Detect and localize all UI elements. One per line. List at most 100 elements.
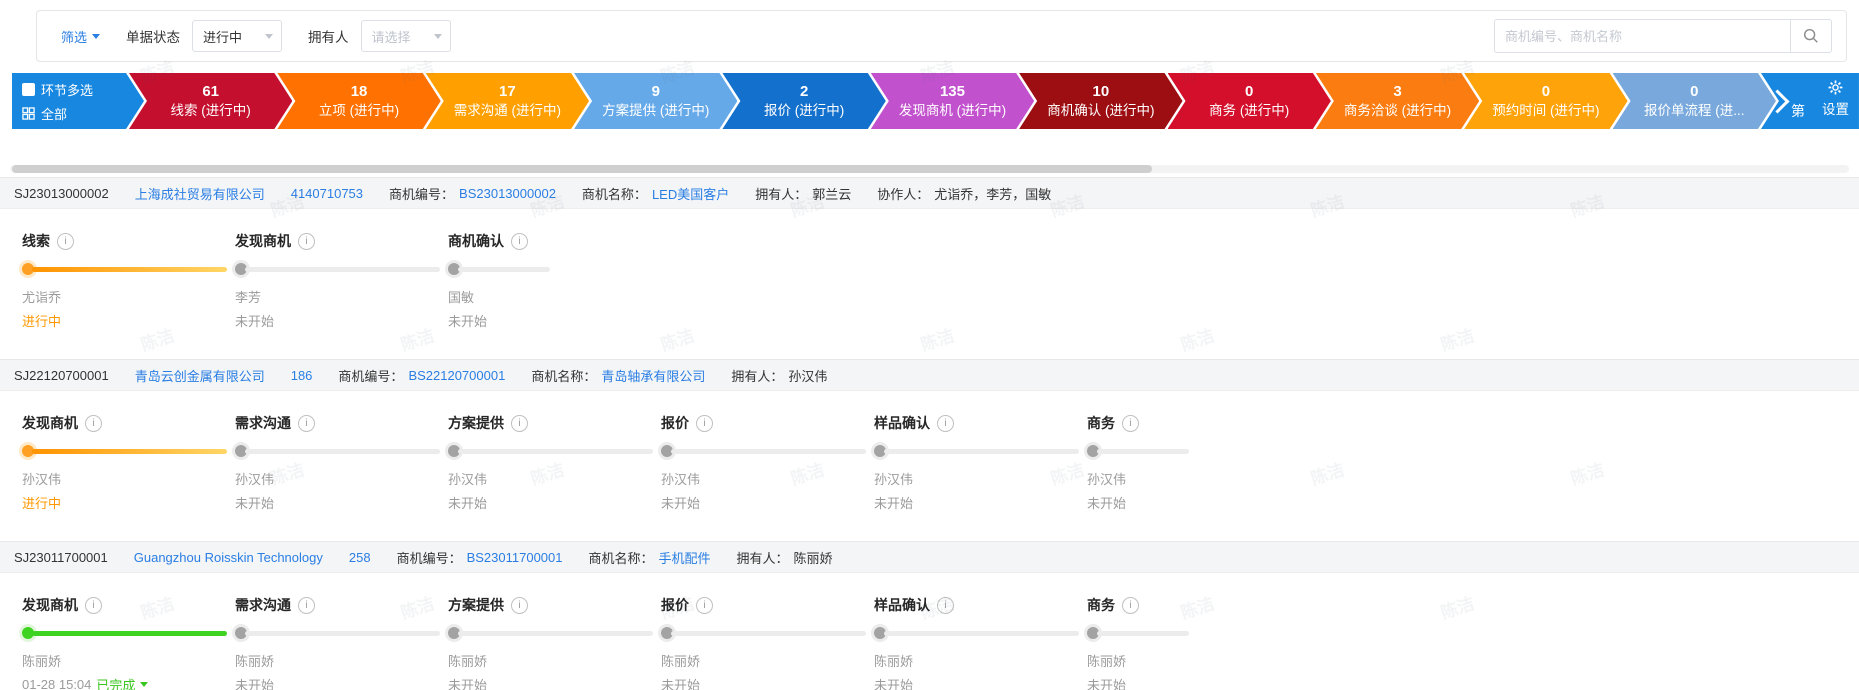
step-person: 陈丽娇: [1087, 654, 1127, 669]
step-status-text: 已完成: [96, 677, 136, 690]
pipeline-stage[interactable]: 9 方案提供 (进行中): [574, 73, 737, 129]
stage-count: 10: [1092, 82, 1110, 100]
record-id: SJ23011700001: [14, 549, 108, 565]
step-status: 未开始: [448, 493, 661, 511]
opportunity-code-value[interactable]: BS22120700001: [408, 368, 505, 383]
pipeline-stage[interactable]: 2 报价 (进行中): [722, 73, 885, 129]
info-icon[interactable]: i: [511, 414, 528, 432]
multiselect-checkbox[interactable]: [22, 83, 35, 96]
pipeline-stage[interactable]: 135 发现商机 (进行中): [871, 73, 1034, 129]
account-number-link[interactable]: 4140710753: [291, 186, 363, 201]
pipeline-stage[interactable]: 0 报价单流程 (进...: [1613, 73, 1776, 129]
info-icon[interactable]: i: [85, 414, 102, 432]
info-icon[interactable]: i: [57, 232, 74, 250]
stage-count: 0: [1245, 82, 1254, 100]
opportunity-code-value[interactable]: BS23013000002: [459, 186, 556, 201]
step-person: 陈丽娇: [22, 654, 62, 669]
step-track: [874, 627, 1087, 639]
step-line: [245, 448, 440, 454]
info-icon[interactable]: i: [511, 596, 528, 614]
step-title: 线索 i: [22, 231, 235, 251]
pipeline-stage[interactable]: 0 商务 (进行中): [1168, 73, 1331, 129]
record-id: SJ23013000002: [14, 185, 109, 201]
filter-toggle[interactable]: 筛选: [61, 27, 101, 46]
info-icon[interactable]: i: [696, 414, 713, 432]
step-title: 样品确认 i: [874, 413, 1087, 433]
step-title: 发现商机 i: [235, 231, 448, 251]
account-number-link[interactable]: 258: [349, 550, 371, 565]
record-header: SJ23011700001 Guangzhou Roisskin Technolo…: [0, 541, 1859, 573]
step-date: 01-28 15:04: [22, 676, 92, 690]
search-input[interactable]: [1494, 19, 1790, 53]
pipeline-step: 商务 i 陈丽娇 未开始: [1087, 595, 1300, 690]
opportunity-name-value[interactable]: LED美国客户: [652, 184, 729, 203]
collaborators: 协作人： 尤诣乔，李芳，国敏: [877, 184, 1051, 203]
step-person: 孙汉伟: [448, 472, 488, 487]
info-icon[interactable]: i: [298, 232, 315, 250]
info-icon[interactable]: i: [1122, 596, 1139, 614]
step-track: [448, 263, 661, 275]
pipeline-step: 样品确认 i 陈丽娇 未开始: [874, 595, 1087, 690]
company-link[interactable]: 青岛云创金属有限公司: [135, 366, 265, 385]
record-id: SJ22120700001: [14, 367, 109, 383]
pipeline-stage[interactable]: 17 需求沟通 (进行中): [426, 73, 589, 129]
step-title-text: 样品确认: [874, 415, 930, 431]
pipeline-stage[interactable]: 61 线索 (进行中): [129, 73, 292, 129]
owner-value: 孙汉伟: [788, 368, 828, 384]
owner-placeholder: 请选择: [371, 29, 411, 45]
opportunity-code-value[interactable]: BS23011700001: [467, 550, 563, 565]
pipeline-stage[interactable]: 3 商务洽谈 (进行中): [1316, 73, 1479, 129]
search-box: [1494, 19, 1832, 53]
step-title-text: 样品确认: [874, 597, 930, 613]
pipeline-step: 需求沟通 i 孙汉伟 未开始: [235, 413, 448, 511]
stage-label: 商务洽谈 (进行中): [1343, 102, 1452, 118]
owner-label: 拥有人：: [755, 186, 808, 202]
step-track: [1087, 627, 1300, 639]
opportunity-code-label: 商机编号：: [338, 368, 404, 384]
info-icon[interactable]: i: [298, 596, 315, 614]
step-progress: 发现商机 i 陈丽娇 01-28 15:04 已完成 需求沟通 i 陈丽娇 未开始 方案提供 i 陈丽…: [0, 573, 1859, 690]
doc-status-select[interactable]: 进行中: [192, 20, 283, 52]
scrollbar-thumb[interactable]: [12, 165, 1153, 173]
settings-button[interactable]: 设置: [1822, 79, 1849, 118]
info-icon[interactable]: i: [937, 414, 954, 432]
step-status: 未开始: [448, 311, 661, 329]
step-line: [884, 448, 1079, 454]
horizontal-scrollbar[interactable]: [10, 165, 1849, 173]
opportunity-name-value[interactable]: 手机配件: [659, 548, 711, 567]
pipeline-step: 方案提供 i 孙汉伟 未开始: [448, 413, 661, 511]
step-track: [448, 445, 661, 457]
step-status: 未开始: [448, 675, 661, 690]
pipeline-stage[interactable]: 0 预约时间 (进行中): [1464, 73, 1627, 129]
opportunity-name-label: 商机名称：: [531, 368, 597, 384]
step-status: 进行中: [22, 311, 235, 329]
step-line: [458, 448, 653, 454]
grid-icon: [22, 107, 35, 120]
owner-select[interactable]: 请选择: [360, 20, 451, 52]
step-track: [1087, 445, 1300, 457]
step-line: [1097, 448, 1189, 454]
pipeline-stage[interactable]: 18 立项 (进行中): [277, 73, 440, 129]
company-link[interactable]: 上海成社贸易有限公司: [135, 184, 265, 203]
opportunity-code-label: 商机编号：: [396, 550, 462, 566]
stage-label: 需求沟通 (进行中): [453, 102, 562, 118]
info-icon[interactable]: i: [1122, 414, 1139, 432]
step-status: 未开始: [1087, 675, 1300, 690]
step-status-text: 未开始: [448, 313, 488, 329]
opportunity-name: 商机名称： LED美国客户: [582, 184, 729, 203]
stage-multiselect-block[interactable]: 环节多选 全部: [12, 73, 144, 129]
info-icon[interactable]: i: [85, 596, 102, 614]
stage-count: 9: [651, 82, 660, 100]
pipeline-step: 样品确认 i 孙汉伟 未开始: [874, 413, 1087, 511]
opportunity-code-label: 商机编号：: [389, 186, 455, 202]
chevron-down-icon[interactable]: [140, 682, 149, 690]
info-icon[interactable]: i: [511, 232, 528, 250]
search-button[interactable]: [1790, 19, 1832, 53]
opportunity-name-value[interactable]: 青岛轴承有限公司: [601, 366, 705, 385]
info-icon[interactable]: i: [696, 596, 713, 614]
info-icon[interactable]: i: [937, 596, 954, 614]
pipeline-stage[interactable]: 10 商机确认 (进行中): [1019, 73, 1182, 129]
info-icon[interactable]: i: [298, 414, 315, 432]
account-number-link[interactable]: 186: [291, 368, 313, 383]
company-link[interactable]: Guangzhou Roisskin Technology: [134, 550, 323, 565]
